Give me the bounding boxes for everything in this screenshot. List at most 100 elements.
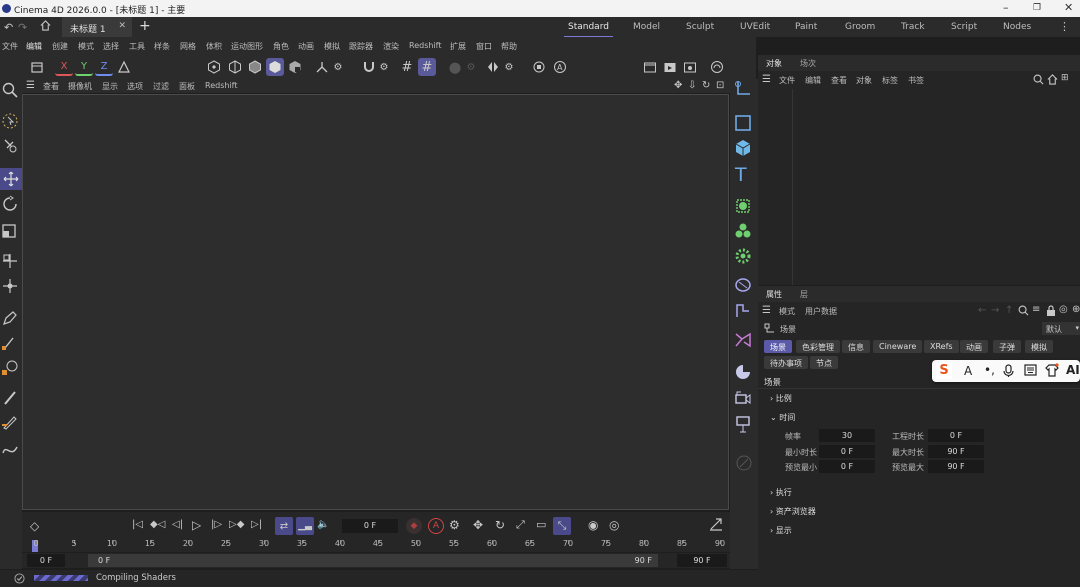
project-length-field[interactable]: 0 F (928, 429, 984, 442)
menu-file[interactable]: 文件 (2, 41, 18, 52)
range-start-field[interactable]: 0 F (27, 554, 65, 567)
filter-icon[interactable]: ≡ (1032, 304, 1040, 315)
tab-objects[interactable]: 对象 (766, 58, 782, 69)
axis-x-toggle[interactable]: X (55, 58, 73, 76)
viewport-menu-options[interactable]: 选项 (127, 81, 143, 92)
menu-tools[interactable]: 工具 (129, 41, 145, 52)
maximize-icon[interactable]: ❐ (1033, 3, 1041, 13)
orbit-view-icon[interactable]: ↻ (702, 80, 710, 91)
menu-extensions[interactable]: 扩展 (450, 41, 466, 52)
font-icon[interactable]: A (964, 364, 972, 378)
render-region-gear-icon[interactable]: ⚙ (462, 58, 480, 76)
section-time[interactable]: ⌄ 时间 (770, 412, 795, 423)
coordinate-manager-icon[interactable] (734, 80, 754, 98)
chip-color-management[interactable]: 色彩管理 (796, 340, 840, 353)
axis-z-toggle[interactable]: Z (95, 58, 113, 76)
lock-icon[interactable] (1046, 305, 1056, 316)
om-menu-object[interactable]: 对象 (856, 75, 872, 86)
search-icon[interactable] (2, 82, 18, 98)
soft-selection-icon[interactable]: A (551, 58, 569, 76)
motion-system-icon[interactable]: ◉ (588, 518, 598, 532)
tab-attributes[interactable]: 属性 (766, 289, 782, 300)
new-manager-icon[interactable]: ⊕ (1072, 304, 1080, 315)
om-menu-file[interactable]: 文件 (779, 75, 795, 86)
om-search-icon[interactable] (1033, 74, 1044, 85)
menu-select[interactable]: 选择 (103, 41, 119, 52)
toggle-view-icon[interactable]: ⊡ (716, 80, 724, 91)
go-to-end-icon[interactable]: ▷| (251, 519, 262, 530)
viewport-menu-icon[interactable]: ☰ (26, 80, 35, 91)
coordinate-system-icon[interactable] (115, 58, 133, 76)
previous-frame-icon[interactable]: ◁| (172, 519, 183, 530)
close-icon[interactable]: ✕ (1064, 1, 1073, 14)
section-execute[interactable]: › 执行 (770, 487, 792, 498)
cloner-icon[interactable] (734, 222, 752, 240)
menu-volume[interactable]: 体积 (206, 41, 222, 52)
current-frame-field[interactable]: 0 F (342, 519, 398, 533)
next-key-icon[interactable]: ▷◆ (229, 519, 244, 530)
section-asset-browser[interactable]: › 资产浏览器 (770, 506, 816, 517)
light-icon[interactable] (734, 415, 752, 433)
om-home-icon[interactable] (1047, 74, 1058, 85)
om-menu-edit[interactable]: 编辑 (805, 75, 821, 86)
menu-edit[interactable]: 编辑 (26, 41, 42, 52)
chip-todo[interactable]: 待办事项 (764, 356, 808, 369)
rotate-tool-icon[interactable] (1, 195, 19, 213)
key-position-icon[interactable]: ✥ (473, 518, 483, 532)
object-mode-icon[interactable] (266, 58, 284, 76)
selection-tool-icon[interactable] (1, 112, 19, 130)
nav-up-icon[interactable]: ↑ (1005, 305, 1013, 316)
menu-animate[interactable]: 动画 (298, 41, 314, 52)
home-icon[interactable] (40, 20, 51, 31)
viewport-menu-filter[interactable]: 过滤 (153, 81, 169, 92)
spline-arc-icon[interactable] (1, 441, 19, 459)
viewport-menu-view[interactable]: 查看 (43, 81, 59, 92)
environment-icon[interactable] (734, 363, 752, 381)
menu-simulate[interactable]: 模拟 (324, 41, 340, 52)
om-menu-tags[interactable]: 标签 (882, 75, 898, 86)
timeline-expand-icon[interactable] (709, 517, 723, 531)
model-mode-icon[interactable] (28, 58, 46, 76)
target-icon[interactable]: ◎ (1059, 304, 1068, 315)
pan-view-icon[interactable]: ✥ (674, 80, 682, 91)
loop-icon[interactable]: ⇄ (275, 517, 293, 535)
preview-max-field[interactable]: 90 F (928, 460, 984, 473)
deformer-icon[interactable] (734, 276, 752, 294)
menu-help[interactable]: 帮助 (501, 41, 517, 52)
lock-workplane-icon[interactable] (530, 58, 548, 76)
brush-tool-icon[interactable] (1, 389, 19, 407)
chip-animation[interactable]: 动画 (960, 340, 988, 353)
document-tab[interactable]: 未标题 1 ✕ (62, 17, 132, 37)
keyframe-settings-icon[interactable]: ⚙ (449, 518, 460, 532)
render-settings-icon[interactable] (681, 58, 699, 76)
cube-object-icon[interactable] (734, 139, 752, 157)
spline-sketch-icon[interactable] (1, 334, 19, 352)
record-active-icon[interactable]: ◆ (406, 518, 422, 534)
autokey-icon[interactable]: A (428, 518, 444, 534)
close-tab-icon[interactable]: ✕ (118, 21, 126, 31)
menu-mograph[interactable]: 运动图形 (231, 41, 263, 52)
grid-icon[interactable]: # (398, 58, 416, 76)
placement-tool-icon[interactable] (1, 277, 19, 295)
live-selection-icon[interactable] (1, 137, 19, 155)
zoom-view-icon[interactable]: ⇩ (688, 80, 696, 91)
key-rotation-icon[interactable]: ↻ (495, 518, 505, 532)
axis-settings-gear-icon[interactable]: ⚙ (329, 58, 347, 76)
redo-icon[interactable]: ↷ (18, 21, 27, 34)
axis-y-toggle[interactable]: Y (75, 58, 93, 76)
polygons-mode-icon[interactable] (246, 58, 264, 76)
min-length-field[interactable]: 0 F (819, 445, 875, 458)
attribute-manager-menu-icon[interactable]: ☰ (762, 305, 771, 316)
viewport-menu-display[interactable]: 显示 (102, 81, 118, 92)
menu-mode[interactable]: 模式 (78, 41, 94, 52)
spline-smooth-icon[interactable] (1, 359, 19, 377)
cube-primitive-icon[interactable] (734, 114, 752, 132)
viewport-menu-panel[interactable]: 面板 (179, 81, 195, 92)
sound-icon[interactable]: 🔈 (317, 519, 329, 530)
layout-script[interactable]: Script (951, 22, 977, 32)
menu-spline[interactable]: 样条 (154, 41, 170, 52)
fps-field[interactable]: 30 (819, 429, 875, 442)
ai-icon[interactable]: AI (1066, 363, 1080, 377)
microphone-icon[interactable] (1003, 364, 1014, 378)
text-spline-icon[interactable]: T (735, 164, 747, 186)
